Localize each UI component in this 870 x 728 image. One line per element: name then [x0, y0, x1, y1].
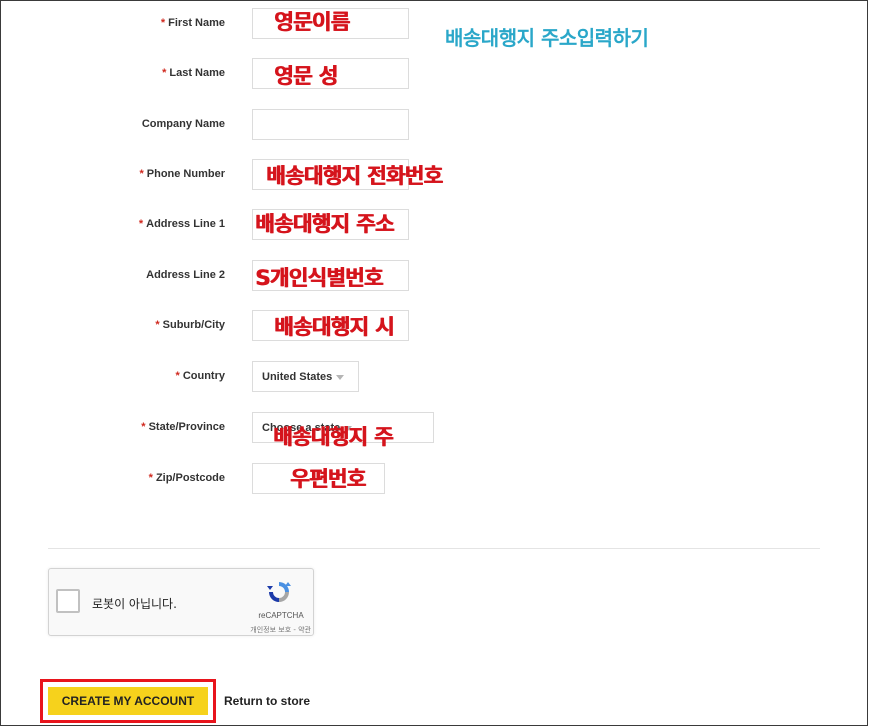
return-to-store-link[interactable]: Return to store — [224, 694, 310, 708]
address-line-1-label: * Address Line 1 — [138, 218, 225, 230]
country-select-value: United States — [262, 371, 333, 383]
zip-postcode-row: * Zip/Postcode — [0, 463, 870, 495]
recaptcha-icon — [267, 582, 291, 602]
suburb-city-label: * Suburb/City — [155, 319, 225, 331]
recaptcha-label: 로봇이 아닙니다. — [92, 597, 177, 611]
address-line-1-row: * Address Line 1 — [0, 209, 870, 241]
divider — [48, 548, 820, 549]
zip-postcode-annotation: 우편번호 — [290, 467, 366, 491]
company-name-label: Company Name — [141, 118, 225, 130]
country-row: * Country United States — [0, 361, 870, 393]
last-name-label: * Last Name — [162, 67, 225, 79]
last-name-annotation: 영문 성 — [274, 64, 338, 88]
company-name-input[interactable] — [252, 109, 409, 140]
address-line-2-row: Address Line 2 — [0, 260, 870, 292]
zip-postcode-label: * Zip/Postcode — [148, 472, 225, 484]
country-label: * Country — [175, 370, 225, 382]
company-name-row: Company Name — [0, 109, 870, 141]
address-line-1-annotation: 배송대행지 주소 — [255, 212, 394, 236]
first-name-annotation: 영문이름 — [274, 10, 350, 34]
recaptcha-widget: 로봇이 아닙니다. reCAPTCHA 개인정보 보호 - 약관 — [48, 568, 314, 636]
create-account-highlight: CREATE MY ACCOUNT — [40, 679, 216, 723]
state-province-label: * State/Province — [141, 421, 225, 433]
phone-number-annotation: 배송대행지 전화번호 — [266, 164, 443, 188]
create-account-button[interactable]: CREATE MY ACCOUNT — [48, 687, 208, 715]
address-line-2-annotation: S개인식별번호 — [255, 266, 383, 290]
country-select[interactable]: United States — [252, 361, 359, 392]
first-name-label: * First Name — [160, 17, 225, 29]
recaptcha-brand: reCAPTCHA — [258, 611, 304, 620]
recaptcha-links[interactable]: 개인정보 보호 - 약관 — [219, 625, 311, 635]
phone-number-label: * Phone Number — [139, 168, 225, 180]
state-province-row: * State/Province Choose a state — [0, 412, 870, 444]
last-name-row: * Last Name — [0, 58, 870, 90]
chevron-down-icon — [336, 374, 345, 380]
suburb-city-row: * Suburb/City — [0, 310, 870, 342]
suburb-city-annotation: 배송대행지 시 — [274, 315, 394, 339]
address-line-2-label: Address Line 2 — [146, 269, 225, 281]
first-name-row: * First Name — [0, 8, 870, 40]
state-province-annotation: 배송대행지 주 — [273, 425, 393, 449]
recaptcha-checkbox[interactable] — [56, 589, 80, 613]
